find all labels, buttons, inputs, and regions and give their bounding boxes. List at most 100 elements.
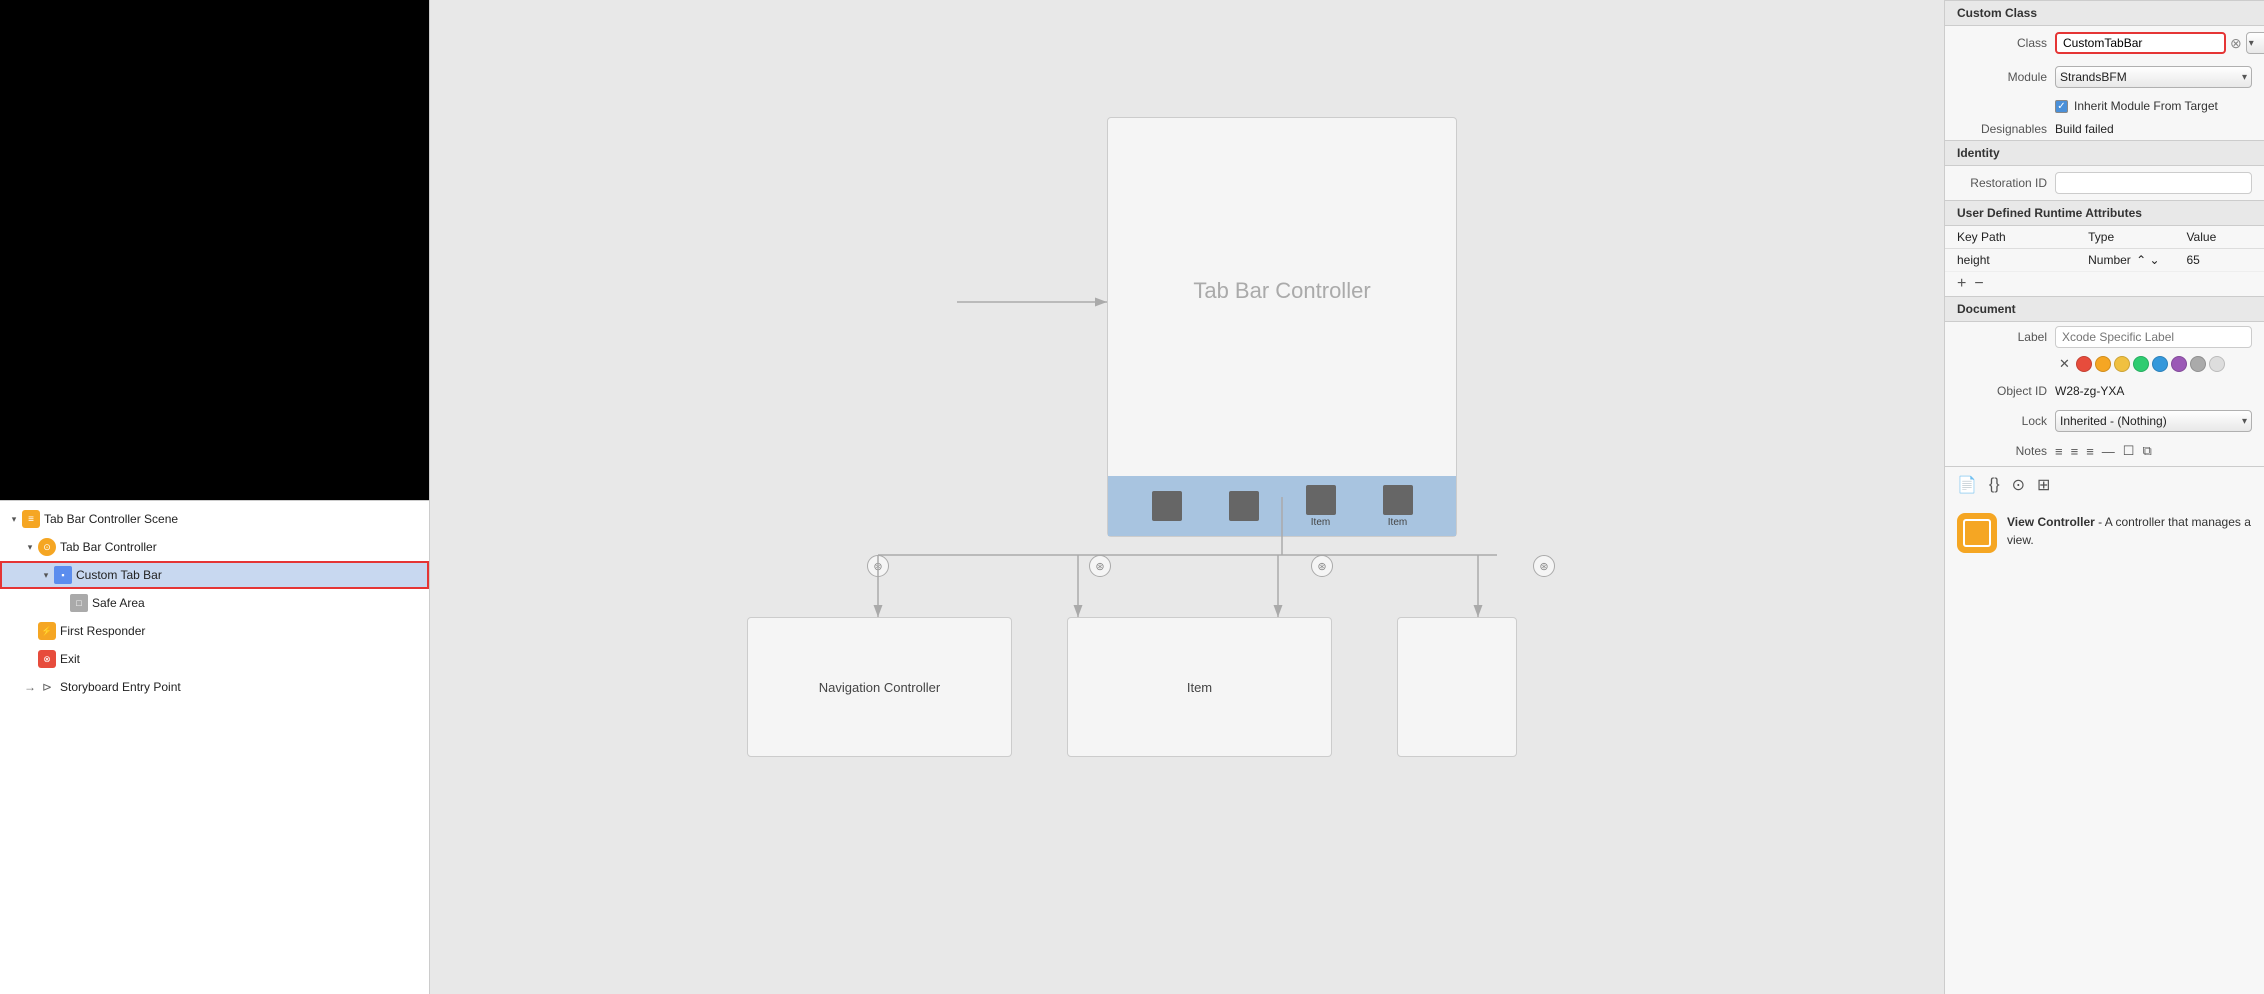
notes-checkbox-icon[interactable]: ☐	[2123, 443, 2135, 459]
module-row: Module StrandsBFM ▾	[1945, 60, 2264, 94]
restoration-id-row: Restoration ID	[1945, 166, 2264, 200]
restoration-id-input[interactable]	[2055, 172, 2252, 194]
item-label: Item	[1187, 680, 1212, 695]
color-dot-green[interactable]	[2133, 356, 2149, 372]
runtime-attrs-section-header: User Defined Runtime Attributes	[1945, 200, 2264, 226]
class-select-btn[interactable]: ▾	[2246, 32, 2264, 54]
vc-info-row: View Controller - A controller that mana…	[1945, 503, 2264, 563]
inherit-checkbox[interactable]: ✓	[2055, 100, 2068, 113]
object-id-value: W28-zg-YXA	[2055, 384, 2124, 398]
notes-row: Notes ≡ ≡ ≡ — ☐ ⧉	[1945, 436, 2264, 466]
tree-panel: ▾ ≡ Tab Bar Controller Scene ▾ ⊙ Tab Bar…	[0, 500, 429, 994]
color-x-btn[interactable]: ✕	[2059, 356, 2070, 372]
vc-text: View Controller - A controller that mana…	[2007, 513, 2252, 549]
item-controller-box: Item	[1067, 617, 1332, 757]
tree-item-tabbar-ctrl[interactable]: ▾ ⊙ Tab Bar Controller	[0, 533, 429, 561]
item2-controller-box	[1397, 617, 1517, 757]
color-dot-red[interactable]	[2076, 356, 2092, 372]
notes-label: Notes	[1957, 444, 2047, 458]
color-dot-orange[interactable]	[2095, 356, 2111, 372]
vc-title: View Controller	[2007, 515, 2095, 529]
canvas-preview	[0, 0, 429, 500]
safe-area-label: Safe Area	[92, 596, 145, 610]
lock-select[interactable]: Inherited - (Nothing) ▾	[2055, 410, 2252, 432]
identity-title: Identity	[1957, 146, 2000, 160]
expand-arrow-custom[interactable]: ▾	[40, 569, 52, 581]
scene-label: Tab Bar Controller Scene	[44, 512, 178, 526]
tree-item-entry-point[interactable]: → ⊳ Storyboard Entry Point	[0, 673, 429, 701]
right-panel: Custom Class Class ⊗ ▾ Module StrandsBFM…	[1944, 0, 2264, 994]
exit-icon: ⊗	[38, 650, 56, 668]
module-value: StrandsBFM	[2060, 70, 2127, 84]
node-4: ⊛	[1533, 555, 1555, 577]
scene-icon: ≡	[22, 510, 40, 528]
exit-label: Exit	[60, 652, 80, 666]
class-row: Class ⊗ ▾	[1945, 26, 2264, 60]
expand-arrow-tabbar[interactable]: ▾	[24, 541, 36, 553]
tab-icon-4	[1383, 485, 1413, 515]
col-keypath-header: Key Path	[1957, 230, 2088, 244]
row-type-text: Number	[2088, 253, 2131, 267]
expand-arrow-scene[interactable]: ▾	[8, 513, 20, 525]
plus-minus-row: + −	[1945, 272, 2264, 296]
stepper-up[interactable]: ⌃	[2136, 253, 2146, 267]
tab-icon-1	[1152, 491, 1182, 521]
tree-item-safe-area[interactable]: ▸ □ Safe Area	[0, 589, 429, 617]
color-dot-light[interactable]	[2209, 356, 2225, 372]
module-select[interactable]: StrandsBFM ▾	[2055, 66, 2252, 88]
stepper-down[interactable]: ⌄	[2150, 253, 2160, 267]
notes-dash[interactable]: —	[2102, 444, 2115, 459]
remove-runtime-attr-btn[interactable]: −	[1974, 276, 1983, 292]
color-dot-blue[interactable]	[2152, 356, 2168, 372]
inherit-label: Inherit Module From Target	[2074, 99, 2218, 113]
class-clear-btn[interactable]: ⊗	[2230, 35, 2242, 52]
vc-icon-inner	[1963, 519, 1991, 547]
col-value-header: Value	[2186, 230, 2252, 244]
add-runtime-attr-btn[interactable]: +	[1957, 276, 1966, 292]
checkbox-checkmark: ✓	[2057, 101, 2065, 112]
tree-item-custom-tabbar[interactable]: ▾ ▪ Custom Tab Bar	[0, 561, 429, 589]
designables-label: Designables	[1957, 122, 2047, 136]
tab-icon-3	[1306, 485, 1336, 515]
object-id-row: Object ID W28-zg-YXA	[1945, 376, 2264, 406]
notes-align-left[interactable]: ≡	[2055, 444, 2063, 459]
notes-icons: ≡ ≡ ≡ — ☐ ⧉	[2055, 443, 2152, 459]
color-dot-gray[interactable]	[2190, 356, 2206, 372]
notes-align-center[interactable]: ≡	[2071, 444, 2079, 459]
entry-arrow: →	[24, 681, 36, 693]
class-field-label: Class	[1957, 36, 2047, 50]
first-responder-icon: ⚡	[38, 622, 56, 640]
class-input[interactable]	[2055, 32, 2226, 54]
runtime-table-row[interactable]: height Number ⌃ ⌄ 65	[1945, 249, 2264, 272]
doc-label-row: Label	[1945, 322, 2264, 352]
inherit-row: ✓ Inherit Module From Target	[1945, 94, 2264, 118]
object-id-label: Object ID	[1957, 384, 2047, 398]
vc-icon	[1957, 513, 1997, 553]
tree-item-scene[interactable]: ▾ ≡ Tab Bar Controller Scene	[0, 505, 429, 533]
lock-chevron: ▾	[2242, 416, 2247, 427]
document-title: Document	[1957, 302, 2016, 316]
identity-section-header: Identity	[1945, 140, 2264, 166]
first-responder-label: First Responder	[60, 624, 145, 638]
toolbar-grid-icon[interactable]: ⊞	[2037, 475, 2050, 495]
color-dot-purple[interactable]	[2171, 356, 2187, 372]
tree-item-exit[interactable]: ▸ ⊗ Exit	[0, 645, 429, 673]
safe-area-icon: □	[70, 594, 88, 612]
notes-link-icon[interactable]: ⧉	[2142, 443, 2151, 459]
middle-canvas[interactable]: Tab Bar Controller Item Item	[430, 0, 1944, 994]
custom-tabbar-label: Custom Tab Bar	[76, 568, 162, 582]
toolbar-code-icon[interactable]: {}	[1989, 476, 2000, 494]
tree-item-first-responder[interactable]: ▸ ⚡ First Responder	[0, 617, 429, 645]
tabbar-ctrl-icon: ⊙	[38, 538, 56, 556]
tab-item-4: Item	[1383, 485, 1413, 528]
class-input-container: ⊗ ▾	[2055, 32, 2264, 54]
toolbar-document-icon[interactable]: 📄	[1957, 475, 1977, 495]
document-section-header: Document	[1945, 296, 2264, 322]
color-dot-yellow[interactable]	[2114, 356, 2130, 372]
toolbar-circle-icon[interactable]: ⊙	[2012, 475, 2025, 495]
entry-point-label: Storyboard Entry Point	[60, 680, 181, 694]
entry-icon: ⊳	[38, 678, 56, 696]
color-dots-row: ✕	[1945, 352, 2264, 376]
notes-align-right[interactable]: ≡	[2086, 444, 2094, 459]
doc-label-input[interactable]	[2055, 326, 2252, 348]
